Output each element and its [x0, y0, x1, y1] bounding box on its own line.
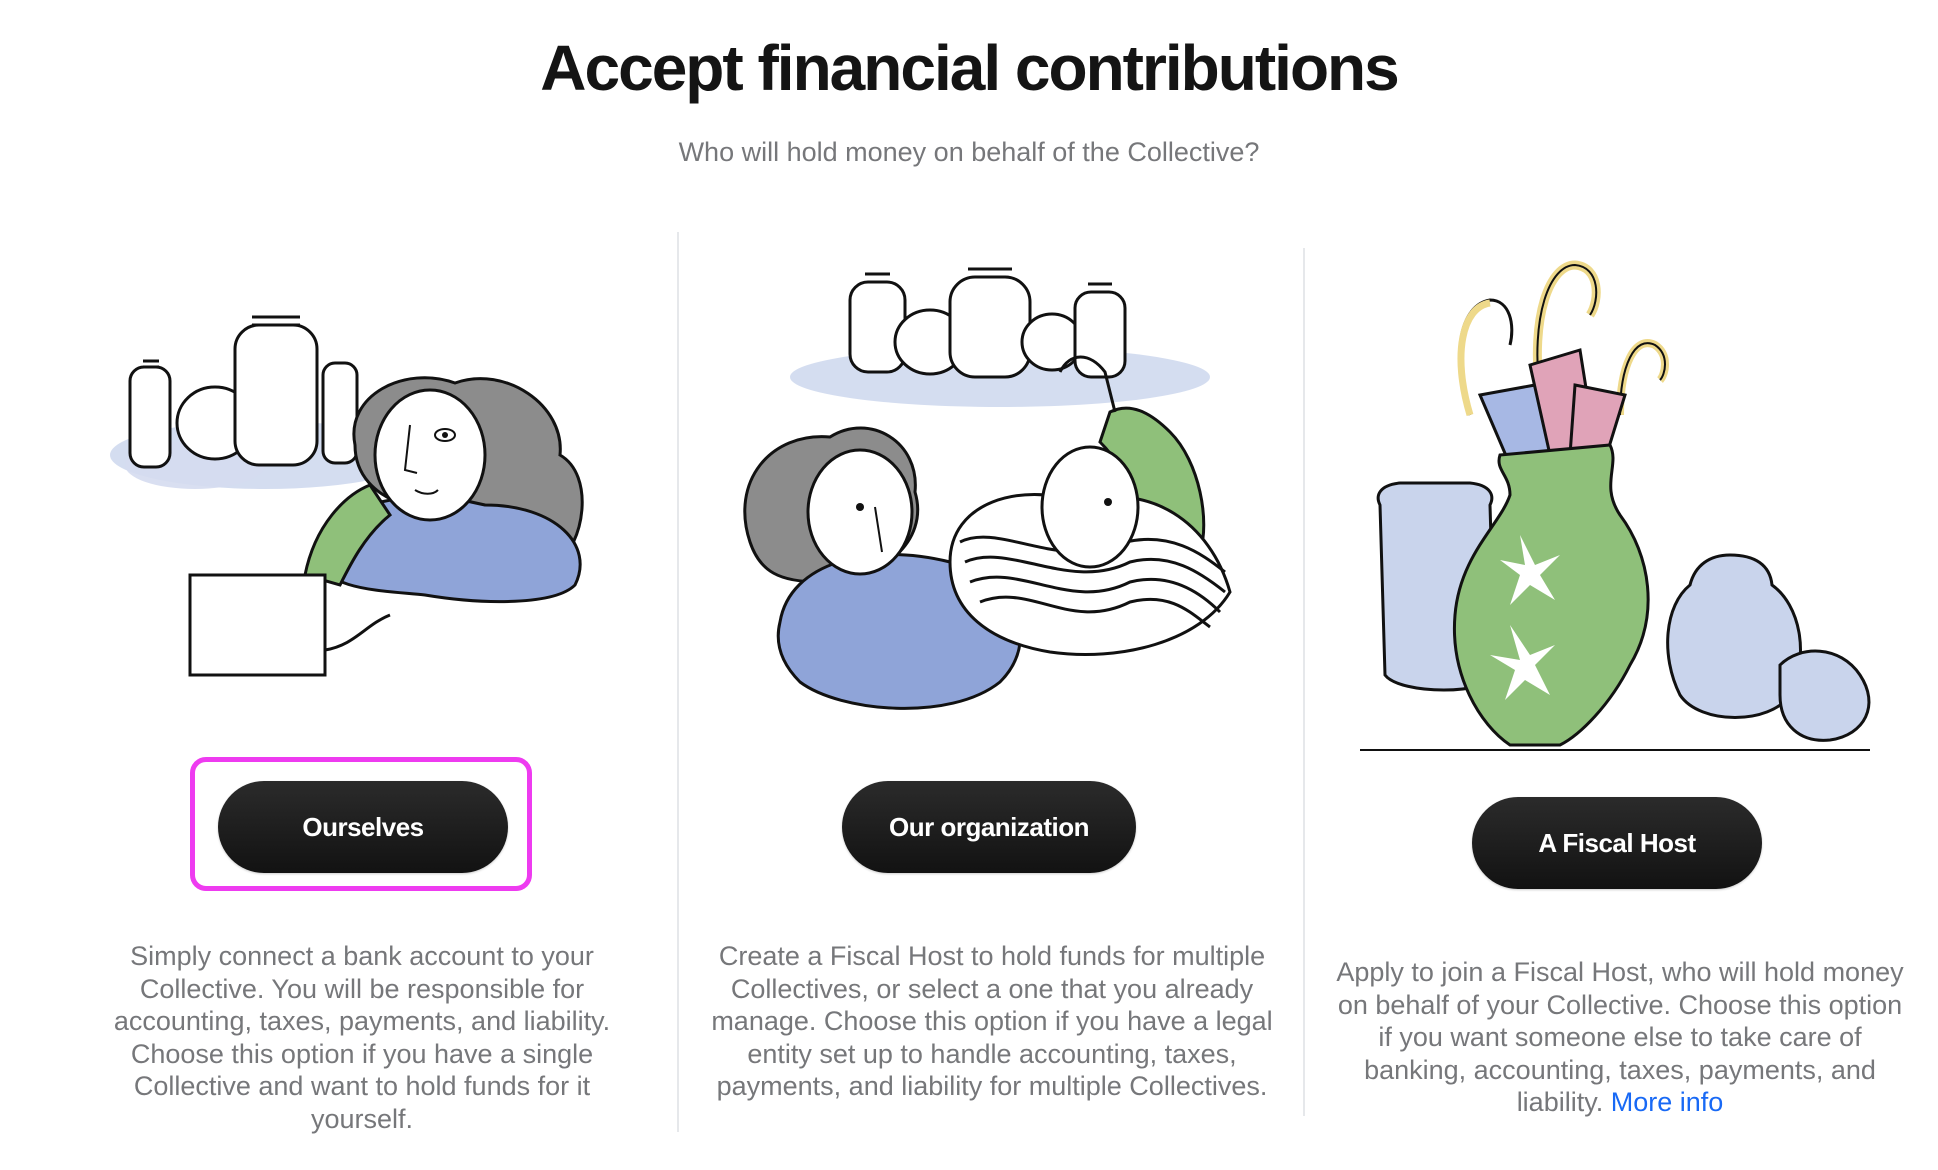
page-subtitle: Who will hold money on behalf of the Col… — [678, 137, 1260, 167]
column-divider — [677, 232, 679, 1132]
person-with-laptop-illustration — [105, 305, 605, 685]
ourselves-button[interactable]: Ourselves — [218, 781, 508, 873]
our-organization-button[interactable]: Our organization — [842, 781, 1136, 873]
ourselves-description: Simply connect a bank account to your Co… — [113, 941, 611, 1134]
column-divider — [1303, 248, 1305, 1116]
more-info-link[interactable]: More info — [1611, 1087, 1724, 1117]
fiscal-host-button[interactable]: A Fiscal Host — [1472, 797, 1762, 889]
vase-with-umbrellas-illustration — [1360, 255, 1890, 755]
two-people-illustration — [730, 262, 1270, 722]
our-organization-description: Create a Fiscal Host to hold funds for m… — [711, 941, 1273, 1101]
fiscal-host-description: Apply to join a Fiscal Host, who will ho… — [1330, 956, 1910, 1119]
page-title: Accept financial contributions — [540, 32, 1399, 104]
